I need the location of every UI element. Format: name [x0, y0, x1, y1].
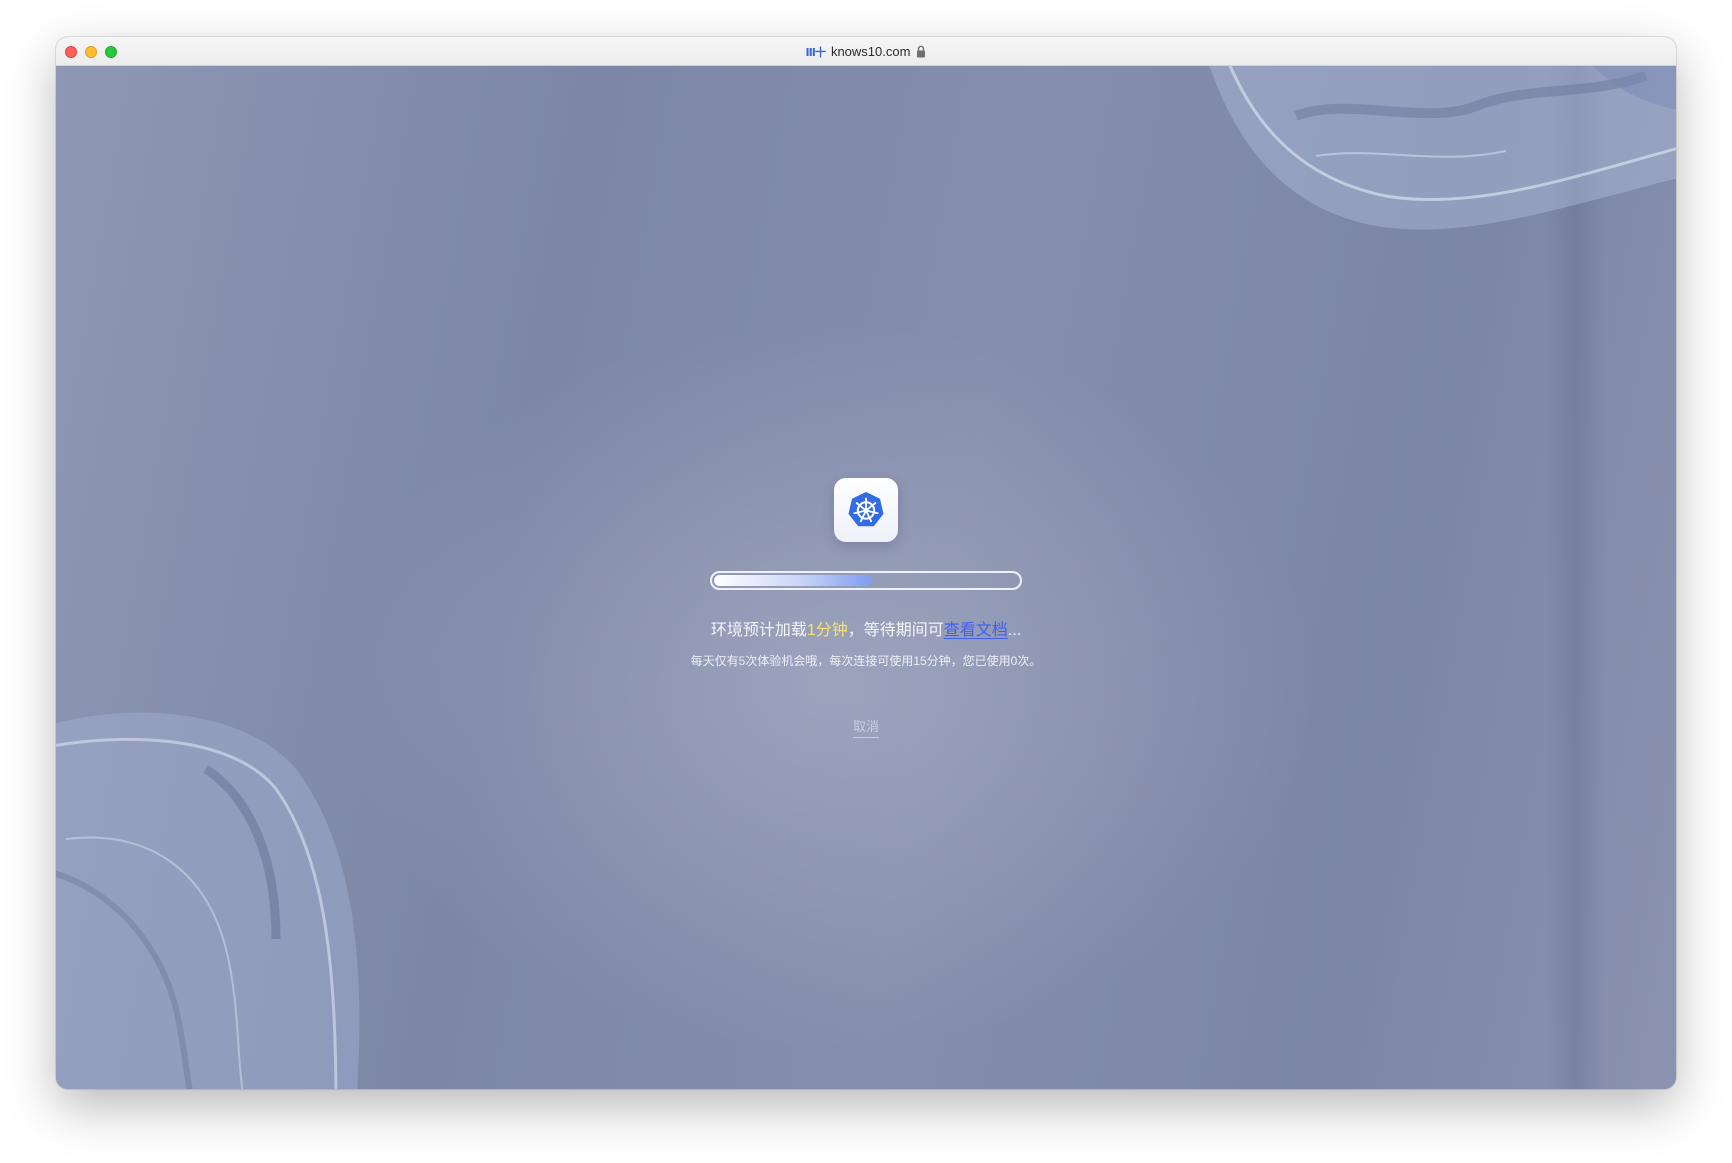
progress-fill: [714, 575, 873, 586]
message-middle: ，等待期间可: [847, 622, 944, 639]
kubernetes-icon: [848, 492, 884, 527]
loading-progress-bar: [710, 571, 1022, 590]
site-favicon-icon: Ⅲ十: [805, 46, 826, 59]
loader-panel: 环境预计加载1分钟，等待期间可查看文档... 每天仅有5次体验机会哦，每次连接可…: [56, 66, 1676, 1089]
loading-page: 环境预计加载1分钟，等待期间可查看文档... 每天仅有5次体验机会哦，每次连接可…: [56, 66, 1676, 1089]
address-bar[interactable]: Ⅲ十 knows10.com: [56, 37, 1676, 66]
browser-window: Ⅲ十 knows10.com 环境预计加载1分钟，等待期间可查看文档... 每天…: [56, 37, 1676, 1089]
title-bar: Ⅲ十 knows10.com: [56, 37, 1676, 66]
cancel-row: 取消: [56, 716, 1676, 738]
message-suffix: ...: [1007, 622, 1022, 639]
estimated-time: 1分钟: [806, 622, 848, 639]
view-docs-link[interactable]: 查看文档: [944, 622, 1008, 639]
loading-message: 环境预计加载1分钟，等待期间可查看文档...: [56, 616, 1676, 640]
app-logo-tile: [834, 478, 898, 542]
url-text: knows10.com: [830, 44, 911, 59]
message-prefix: 环境预计加载: [710, 622, 807, 639]
lock-icon: [917, 45, 926, 58]
usage-notice: 每天仅有5次体验机会哦，每次连接可使用15分钟，您已使用0次。: [690, 654, 1042, 668]
cancel-button[interactable]: 取消: [852, 719, 879, 738]
